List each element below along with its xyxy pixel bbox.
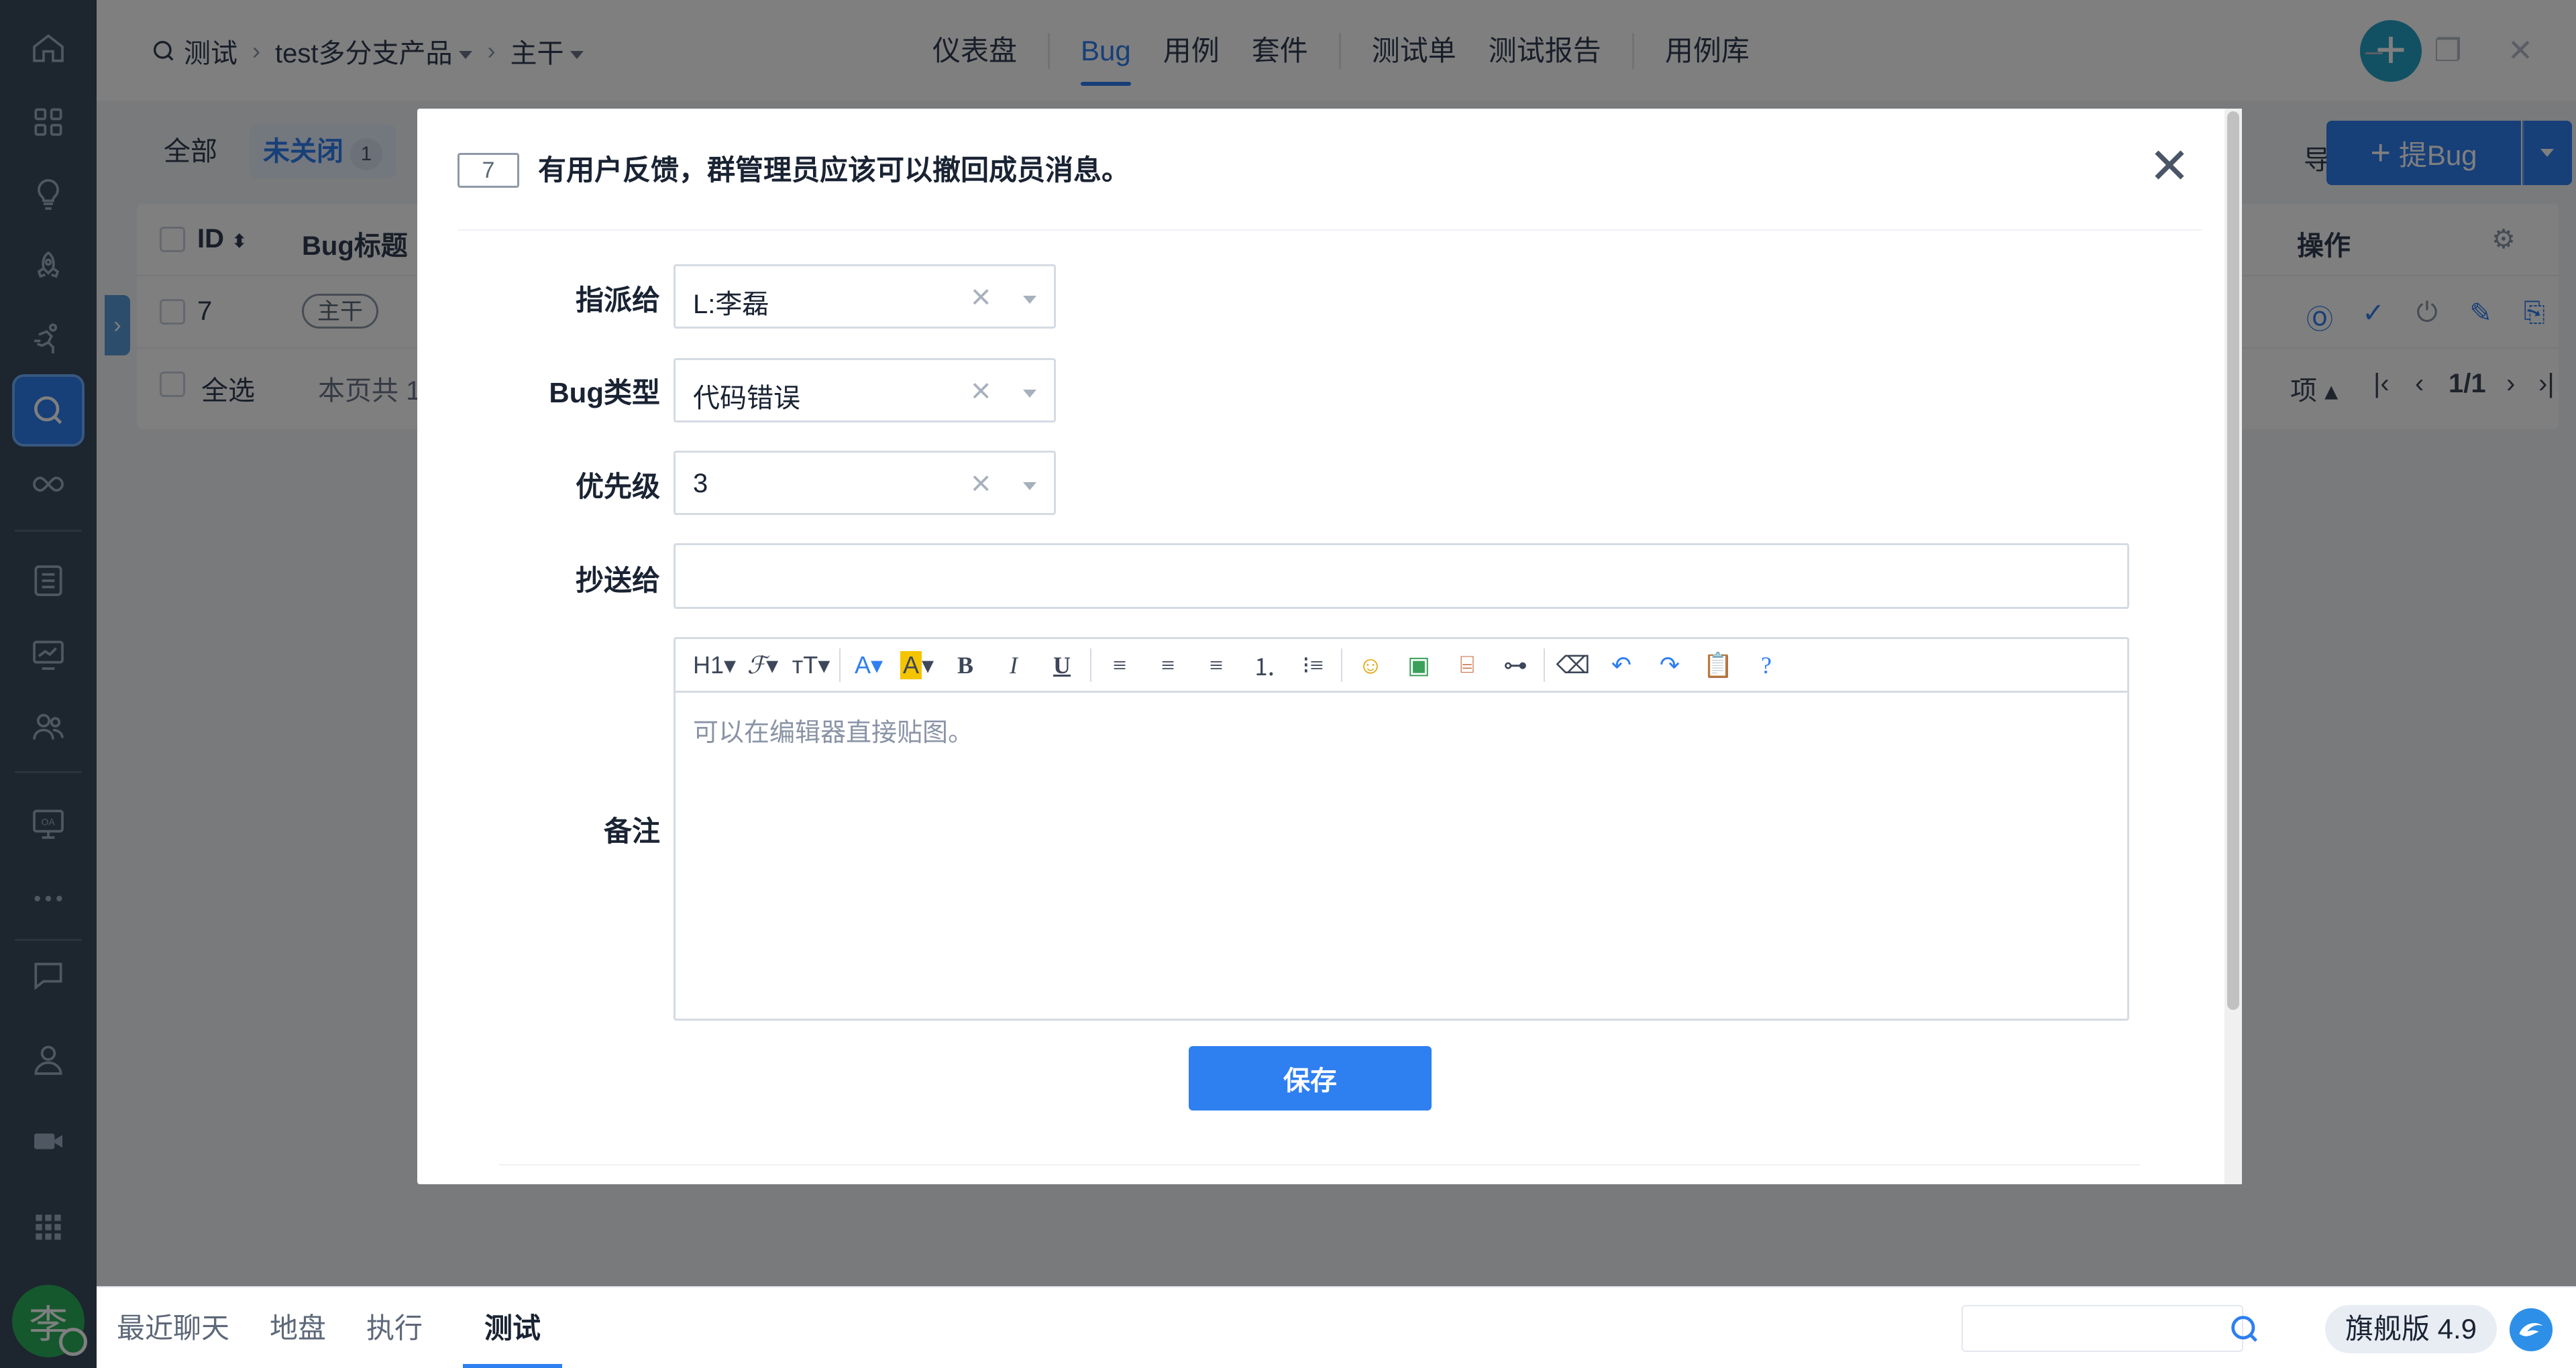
bottom-tab-my[interactable]: 地盘 [270, 1288, 326, 1368]
bottom-tab-recent-chat[interactable]: 最近聊天 [117, 1288, 229, 1368]
redo-icon[interactable]: ↷ [1646, 645, 1694, 685]
comment-editor: H1▾ ℱ ▾ ᴛT▾ A▾ A ▾ B I U ≡ ≡ ≡ ⒈ ⁝≡ ☺ ▣ ⌸ … [674, 637, 2129, 1021]
assign-label: 指派给 [575, 284, 660, 316]
eraser-icon[interactable]: ⌫ [1549, 645, 1597, 685]
caret-down-icon [1023, 296, 1036, 304]
toolbar-divider [1341, 648, 1342, 682]
assign-select[interactable]: L:李磊 × [674, 264, 1056, 329]
scrollbar-thumb[interactable] [2227, 111, 2239, 1010]
bold-icon[interactable]: B [941, 645, 989, 685]
priority-value: 3 [693, 469, 708, 498]
assign-value: L:李磊 [693, 290, 769, 319]
modal-bottom-divider [499, 1164, 2140, 1165]
bottom-search-input[interactable] [1962, 1305, 2243, 1352]
cc-label: 抄送给 [575, 565, 660, 596]
editor-toolbar: H1▾ ℱ ▾ ᴛT▾ A▾ A ▾ B I U ≡ ≡ ≡ ⒈ ⁝≡ ☺ ▣ ⌸ … [676, 639, 2127, 693]
link-icon[interactable]: ⊶ [1491, 645, 1540, 685]
font-color-icon[interactable]: A▾ [845, 645, 893, 685]
clear-icon[interactable]: × [971, 463, 991, 504]
priority-select[interactable]: 3 × [674, 451, 1056, 515]
bug-type-label: Bug类型 [549, 377, 660, 408]
online-status-icon [59, 1328, 87, 1356]
save-button[interactable]: 保存 [1189, 1046, 1432, 1110]
caret-down-icon [1023, 482, 1036, 490]
image-icon[interactable]: ▣ [1395, 645, 1443, 685]
align-center-icon[interactable]: ≡ [1144, 645, 1192, 685]
clear-icon[interactable]: × [971, 371, 991, 411]
italic-icon[interactable]: I [989, 645, 1038, 685]
code-icon[interactable]: ⌸ [1443, 645, 1491, 685]
emoji-icon[interactable]: ☺ [1346, 645, 1395, 685]
caret-down-icon [1023, 390, 1036, 398]
comment-label: 备注 [603, 815, 660, 847]
search-icon[interactable] [2227, 1312, 2262, 1347]
paste-icon[interactable]: 📋 [1694, 645, 1742, 685]
align-right-icon[interactable]: ≡ [1192, 645, 1240, 685]
toolbar-divider [1090, 648, 1091, 682]
modal-divider [458, 229, 2202, 231]
heading-icon[interactable]: H1▾ [690, 645, 739, 685]
toolbar-divider [1544, 648, 1545, 682]
highlight-icon[interactable]: A ▾ [893, 645, 941, 685]
version-badge[interactable]: 旗舰版 4.9 [2325, 1305, 2497, 1353]
modal-title: 有用户反馈，群管理员应该可以撤回成员消息。 [538, 154, 1130, 186]
bottom-bar: 最近聊天 地盘 执行 测试 旗舰版 4.9 [97, 1286, 2576, 1368]
clear-icon[interactable]: × [971, 277, 991, 317]
assign-bug-modal: 7 有用户反馈，群管理员应该可以撤回成员消息。 ✕ 指派给 L:李磊 × Bug… [417, 109, 2242, 1184]
close-icon[interactable]: ✕ [2141, 138, 2198, 194]
bullet-list-icon[interactable]: ⁝≡ [1289, 645, 1337, 685]
bottom-tab-execution[interactable]: 执行 [366, 1288, 423, 1368]
bug-type-select[interactable]: 代码错误 × [674, 358, 1056, 422]
font-size-icon[interactable]: ᴛT▾ [787, 645, 835, 685]
bug-type-value: 代码错误 [693, 384, 800, 413]
align-left-icon[interactable]: ≡ [1095, 645, 1144, 685]
underline-icon[interactable]: U [1038, 645, 1086, 685]
undo-icon[interactable]: ↶ [1597, 645, 1646, 685]
bottom-tab-test[interactable]: 测试 [463, 1288, 563, 1368]
font-family-icon[interactable]: ℱ ▾ [739, 645, 787, 685]
toolbar-divider [839, 648, 841, 682]
brand-logo-icon [2509, 1308, 2553, 1352]
priority-label: 优先级 [575, 471, 660, 502]
ordered-list-icon[interactable]: ⒈ [1240, 645, 1289, 685]
bug-id-badge: 7 [458, 153, 519, 188]
help-icon[interactable]: ? [1742, 645, 1790, 685]
editor-placeholder[interactable]: 可以在编辑器直接贴图。 [693, 711, 973, 748]
cc-input[interactable] [674, 543, 2129, 609]
